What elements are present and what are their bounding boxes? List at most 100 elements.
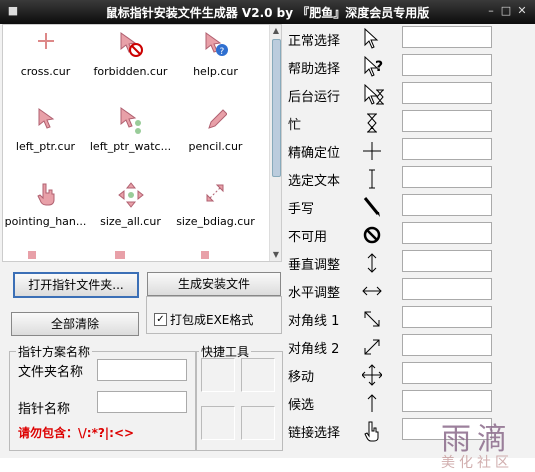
- role-row-busy: 忙: [288, 110, 528, 140]
- role-label: 手写: [288, 202, 315, 217]
- folder-name-input[interactable]: [97, 359, 187, 381]
- file-item[interactable]: pointing_han...: [3, 175, 88, 247]
- role-label: 忙: [288, 118, 302, 133]
- file-name: forbidden.cur: [93, 65, 168, 78]
- site-watermark: 雨滴 美化社区: [441, 414, 521, 472]
- role-row-diagonal-2: 对角线 2: [288, 334, 528, 364]
- role-row-horizontal: 水平调整: [288, 278, 528, 308]
- role-file-field[interactable]: [402, 82, 492, 104]
- file-item[interactable]: left_ptr.cur: [3, 100, 88, 172]
- diagonal-resize-1-icon: [364, 311, 380, 327]
- file-item[interactable]: size_bdiag.cur: [173, 175, 258, 247]
- file-name: help.cur: [193, 65, 238, 78]
- file-name: left_ptr.cur: [15, 140, 76, 153]
- pack-exe-label: 打包成EXE格式: [170, 313, 254, 327]
- invalid-chars-warning: 请勿包含：\/:*?|:<>: [18, 426, 135, 440]
- precision-crosshair-icon: [363, 142, 381, 160]
- shortcut-slot[interactable]: [201, 358, 235, 392]
- horizontal-resize-icon: [362, 286, 382, 296]
- file-name: pencil.cur: [188, 140, 243, 153]
- shortcut-slot[interactable]: [241, 406, 275, 440]
- role-file-field[interactable]: [402, 278, 492, 300]
- file-item[interactable]: forbidden.cur: [88, 25, 173, 97]
- shortcut-slot[interactable]: [241, 358, 275, 392]
- clear-all-button[interactable]: 全部清除: [11, 312, 139, 336]
- role-file-field[interactable]: [402, 54, 492, 76]
- role-label: 垂直调整: [288, 258, 341, 273]
- role-label: 对角线 2: [288, 342, 340, 357]
- file-name: cross.cur: [20, 65, 71, 78]
- forbidden-cursor-icon: [120, 32, 143, 57]
- diagonal-resize-cursor-icon: [206, 184, 223, 202]
- arrow-icon: [364, 28, 379, 49]
- help-select-icon: ?: [364, 56, 383, 77]
- file-name: size_all.cur: [100, 215, 161, 228]
- file-name: size_bdiag.cur: [176, 215, 255, 228]
- file-item[interactable]: pencil.cur: [173, 100, 258, 172]
- open-folder-button[interactable]: 打开指针文件夹...: [13, 272, 139, 298]
- window-client: cross.cur forbidden.cur ? help.cur left_…: [0, 24, 535, 471]
- partial-icon: [28, 251, 36, 259]
- role-file-field[interactable]: [402, 26, 492, 48]
- pencil-cursor-icon: [207, 109, 227, 129]
- role-label: 选定文本: [288, 174, 341, 189]
- role-file-field[interactable]: [402, 362, 492, 384]
- partial-icon: [201, 251, 209, 259]
- pack-exe-checkbox[interactable]: ✓: [154, 313, 167, 326]
- busy-hourglass-icon: [367, 113, 377, 133]
- folder-name-label: 文件夹名称: [18, 365, 84, 380]
- file-item[interactable]: size_all.cur: [88, 175, 173, 247]
- link-hand-icon: [364, 421, 379, 442]
- list-scrollbar[interactable]: ▲ ▼: [269, 25, 281, 261]
- cursor-file-list[interactable]: cross.cur forbidden.cur ? help.cur left_…: [2, 24, 282, 262]
- file-item[interactable]: cross.cur: [3, 25, 88, 97]
- role-row-move: 移动: [288, 362, 528, 392]
- role-file-field[interactable]: [402, 110, 492, 132]
- working-background-icon: [364, 84, 384, 105]
- partial-icon: [115, 251, 125, 259]
- move-cursor-icon: [117, 182, 144, 208]
- role-label: 帮助选择: [288, 62, 341, 77]
- role-file-field[interactable]: [402, 306, 492, 328]
- text-ibeam-icon: [369, 169, 375, 189]
- role-label: 候选: [288, 398, 315, 413]
- role-file-field[interactable]: [402, 166, 492, 188]
- role-row-unavailable: 不可用: [288, 222, 528, 252]
- role-row-background: 后台运行: [288, 82, 528, 112]
- role-label: 不可用: [288, 230, 328, 245]
- role-row-normal: 正常选择: [288, 26, 528, 56]
- role-file-field[interactable]: [402, 194, 492, 216]
- handwriting-pen-icon: [363, 197, 380, 217]
- role-label: 正常选择: [288, 34, 341, 49]
- role-label: 水平调整: [288, 286, 341, 301]
- unavailable-icon: [363, 226, 381, 244]
- arrow-wait-cursor-icon: [120, 107, 141, 134]
- role-file-field[interactable]: [402, 138, 492, 160]
- role-row-handwriting: 手写: [288, 194, 528, 224]
- role-file-field[interactable]: [402, 334, 492, 356]
- scroll-up-icon[interactable]: ▲: [270, 25, 281, 37]
- role-file-field[interactable]: [402, 222, 492, 244]
- scroll-down-icon[interactable]: ▼: [270, 249, 281, 261]
- role-label: 精确定位: [288, 146, 341, 161]
- role-file-field[interactable]: [402, 390, 492, 412]
- role-label: 链接选择: [288, 426, 341, 441]
- title-bar: 鼠标指针安装文件生成器 V2.0 by 『肥鱼』深度会员专用版 ■ – □ ✕: [0, 0, 535, 24]
- generate-button[interactable]: 生成安装文件: [147, 272, 281, 296]
- minimize-icon[interactable]: –: [484, 4, 498, 18]
- file-item[interactable]: ? help.cur: [173, 25, 258, 97]
- app-menu-icon[interactable]: ■: [6, 4, 20, 18]
- role-row-help: 帮助选择 ?: [288, 54, 528, 84]
- maximize-icon[interactable]: □: [499, 4, 513, 18]
- scrollbar-thumb[interactable]: [272, 39, 281, 177]
- role-file-field[interactable]: [402, 250, 492, 272]
- role-row-text: 选定文本: [288, 166, 528, 196]
- file-name: left_ptr_watc...: [89, 140, 172, 153]
- scheme-group-title: 指针方案名称: [16, 343, 93, 360]
- file-item[interactable]: left_ptr_watc...: [88, 100, 173, 172]
- pointer-name-input[interactable]: [97, 391, 187, 413]
- alternate-select-icon: [367, 394, 377, 412]
- close-icon[interactable]: ✕: [515, 4, 529, 18]
- shortcut-slot[interactable]: [201, 406, 235, 440]
- pointer-name-label: 指针名称: [18, 402, 71, 417]
